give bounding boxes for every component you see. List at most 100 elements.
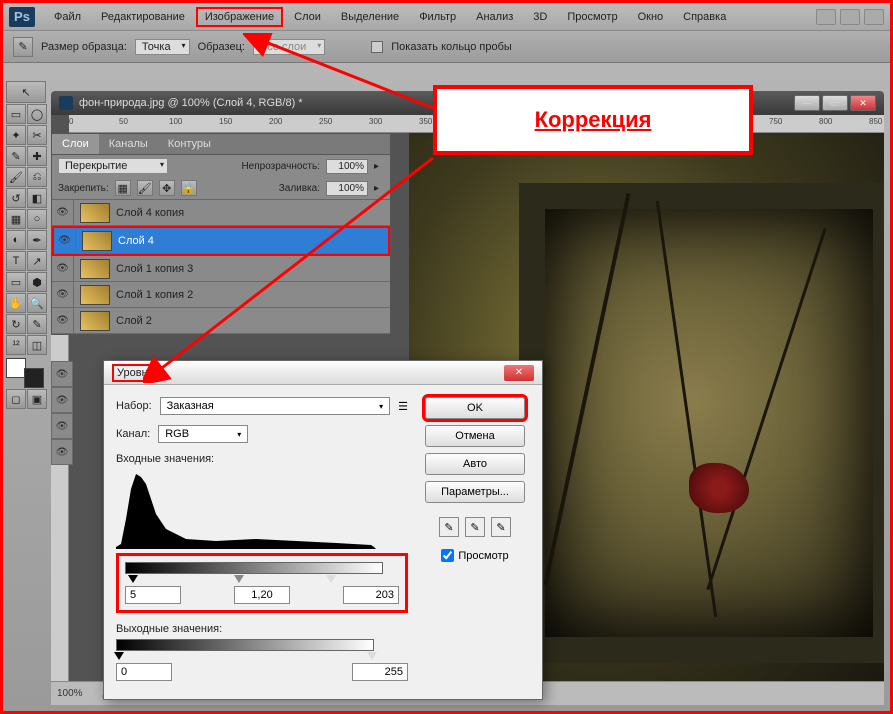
tab-channels[interactable]: Каналы [99, 134, 158, 154]
blur-tool[interactable]: ○ [27, 209, 47, 229]
output-black-input[interactable] [116, 663, 172, 681]
menu-image[interactable]: Изображение [196, 7, 283, 27]
fill-input[interactable]: 100% [326, 181, 368, 196]
slice-tool[interactable]: ◫ [27, 335, 47, 355]
lock-all[interactable]: 🔒 [181, 180, 197, 196]
opacity-input[interactable]: 100% [326, 159, 368, 174]
layer-thumbnail[interactable] [82, 231, 112, 251]
gradient-tool[interactable]: ▦ [6, 209, 26, 229]
output-black-slider[interactable] [114, 652, 124, 660]
tab-layers[interactable]: Слои [52, 134, 99, 154]
heal-tool[interactable]: ✚ [27, 146, 47, 166]
menu-view[interactable]: Просмотр [558, 7, 626, 27]
quickmask-tool[interactable]: ◻ [6, 389, 26, 409]
layer-name[interactable]: Слой 4 копия [116, 207, 390, 219]
output-white-slider[interactable] [367, 652, 377, 660]
bridge-icon[interactable] [840, 9, 860, 25]
history-brush[interactable]: ↺ [6, 188, 26, 208]
layer-item[interactable]: Слой 4 копия [52, 200, 390, 226]
menu-3d[interactable]: 3D [524, 7, 556, 27]
output-white-input[interactable] [352, 663, 408, 681]
midtone-slider[interactable] [234, 575, 244, 583]
ring-checkbox[interactable] [371, 41, 383, 53]
lasso-tool[interactable]: ◯ [27, 104, 47, 124]
layer-item[interactable]: Слой 1 копия 2 [52, 282, 390, 308]
midtone-input[interactable] [234, 586, 290, 604]
zoom-level[interactable]: 100% [57, 688, 83, 699]
pen-tool[interactable]: ✒ [27, 230, 47, 250]
window-close[interactable]: ✕ [850, 95, 876, 111]
rotate-tool[interactable]: ↻ [6, 314, 26, 334]
visibility-icon[interactable] [51, 439, 73, 465]
sample-dropdown[interactable]: Все слои [253, 39, 325, 55]
type-tool[interactable]: T [6, 251, 26, 271]
output-gradient[interactable] [116, 639, 374, 651]
layer-item[interactable]: Слой 1 копия 3 [52, 256, 390, 282]
count-tool[interactable]: ¹² [6, 335, 26, 355]
menu-edit[interactable]: Редактирование [92, 7, 194, 27]
marquee-tool[interactable]: ▭ [6, 104, 26, 124]
visibility-icon[interactable] [51, 413, 73, 439]
dodge-tool[interactable]: ◐ [6, 230, 26, 250]
shadow-input[interactable] [125, 586, 181, 604]
preset-dropdown[interactable]: Заказная [160, 397, 390, 415]
menu-file[interactable]: Файл [45, 7, 90, 27]
notes-tool[interactable]: ✎ [27, 314, 47, 334]
workspace-icon[interactable] [816, 9, 836, 25]
auto-button[interactable]: Авто [425, 453, 525, 475]
dialog-titlebar[interactable]: Уровни ✕ [104, 361, 542, 385]
visibility-icon[interactable] [52, 308, 74, 333]
lock-paint[interactable]: 🖌 [137, 180, 153, 196]
zoom-tool[interactable]: 🔍 [27, 293, 47, 313]
layer-name[interactable]: Слой 4 [118, 235, 388, 247]
preview-checkbox[interactable] [441, 549, 454, 562]
window-maximize[interactable]: ▭ [822, 95, 848, 111]
channel-dropdown[interactable]: RGB [158, 425, 248, 443]
preview-checkbox-label[interactable]: Просмотр [441, 549, 508, 562]
cancel-button[interactable]: Отмена [425, 425, 525, 447]
path-tool[interactable]: ↗ [27, 251, 47, 271]
preset-menu-icon[interactable]: ☰ [398, 400, 408, 413]
layer-name[interactable]: Слой 2 [116, 315, 390, 327]
input-gradient[interactable] [125, 562, 383, 574]
move-tool[interactable]: ↖ [6, 81, 46, 103]
menu-analysis[interactable]: Анализ [467, 7, 522, 27]
screenmode-tool[interactable]: ▣ [27, 389, 47, 409]
menu-filter[interactable]: Фильтр [410, 7, 465, 27]
eraser-tool[interactable]: ◧ [27, 188, 47, 208]
layer-item-selected[interactable]: Слой 4 [54, 228, 388, 254]
visibility-icon[interactable] [52, 282, 74, 307]
layer-thumbnail[interactable] [80, 311, 110, 331]
options-button[interactable]: Параметры... [425, 481, 525, 503]
layer-item[interactable]: Слой 2 [52, 308, 390, 334]
sample-size-dropdown[interactable]: Точка [135, 39, 190, 55]
window-minimize[interactable]: — [794, 95, 820, 111]
menu-layer[interactable]: Слои [285, 7, 330, 27]
3d-tool[interactable]: ⬢ [27, 272, 47, 292]
menu-window[interactable]: Окно [629, 7, 673, 27]
white-eyedropper-icon[interactable]: ✎ [491, 517, 511, 537]
blend-mode-dropdown[interactable]: Перекрытие [58, 158, 168, 174]
gray-eyedropper-icon[interactable]: ✎ [465, 517, 485, 537]
eyedropper-tool[interactable]: ✎ [6, 146, 26, 166]
eyedropper-tool-icon[interactable]: ✎ [13, 37, 33, 57]
dialog-close-button[interactable]: ✕ [504, 365, 534, 381]
highlight-input[interactable] [343, 586, 399, 604]
shape-tool[interactable]: ▭ [6, 272, 26, 292]
black-eyedropper-icon[interactable]: ✎ [439, 517, 459, 537]
visibility-icon[interactable] [54, 228, 76, 253]
shadow-slider[interactable] [128, 575, 138, 583]
arrange-icon[interactable] [864, 9, 884, 25]
visibility-icon[interactable] [52, 200, 74, 225]
layer-name[interactable]: Слой 1 копия 3 [116, 263, 390, 275]
layer-name[interactable]: Слой 1 копия 2 [116, 289, 390, 301]
stamp-tool[interactable]: ⎌ [27, 167, 47, 187]
crop-tool[interactable]: ✂ [27, 125, 47, 145]
color-swatches[interactable] [6, 358, 44, 388]
layer-thumbnail[interactable] [80, 259, 110, 279]
hand-tool[interactable]: ✋ [6, 293, 26, 313]
layer-thumbnail[interactable] [80, 203, 110, 223]
lock-position[interactable]: ✥ [159, 180, 175, 196]
visibility-icon[interactable] [51, 387, 73, 413]
brush-tool[interactable]: 🖌 [6, 167, 26, 187]
